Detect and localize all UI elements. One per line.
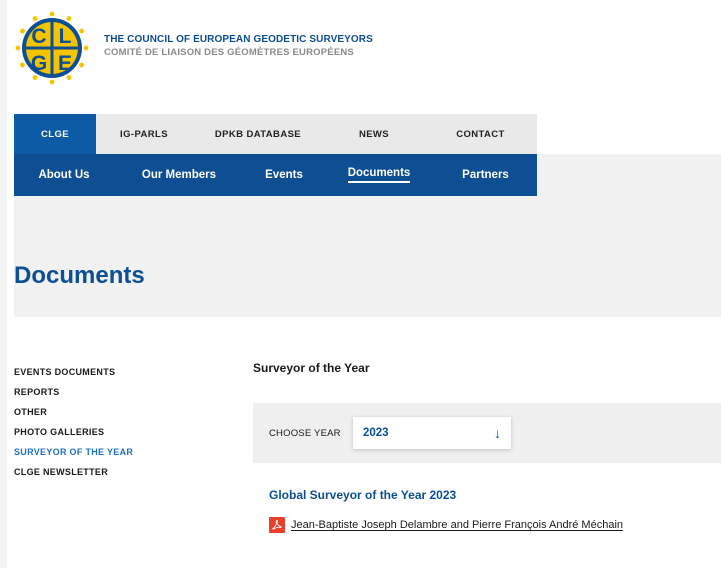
nav-tab-clge[interactable]: CLGE — [14, 114, 96, 154]
year-select[interactable]: 2023 ↓ — [353, 417, 511, 449]
arrow-down-icon: ↓ — [494, 425, 501, 441]
logo-letter-g: G — [31, 52, 47, 75]
left-edge — [0, 0, 7, 568]
subnav-documents-label: Documents — [347, 167, 411, 183]
subnav-our-members[interactable]: Our Members — [114, 154, 244, 196]
nav-tab-dpkb-database[interactable]: DPKB DATABASE — [192, 114, 324, 154]
logo-letter-c: C — [31, 25, 46, 48]
subnav-our-members-label: Our Members — [141, 169, 217, 181]
site-header: C L G E THE COUNCIL OF EUROPEAN GEODETIC… — [14, 10, 373, 90]
subnav-documents[interactable]: Documents — [324, 154, 434, 196]
sidebar-item-other[interactable]: OTHER — [14, 406, 214, 426]
pdf-icon — [269, 517, 285, 533]
subnav-about-us[interactable]: About Us — [14, 154, 114, 196]
subnav-about-us-label: About Us — [38, 169, 90, 181]
document-link[interactable]: Jean-Baptiste Joseph Delambre and Pierre… — [269, 517, 623, 533]
subnav-partners[interactable]: Partners — [434, 154, 537, 196]
nav-tab-ig-parls[interactable]: IG-PARLS — [96, 114, 192, 154]
page-title: Documents — [14, 262, 145, 289]
logo-letter-l: L — [59, 25, 72, 48]
sidebar-item-photo-galleries[interactable]: PHOTO GALLERIES — [14, 426, 214, 446]
choose-year-label: CHOOSE YEAR — [269, 428, 341, 439]
sidebar-item-surveyor-of-the-year[interactable]: SURVEYOR OF THE YEAR — [14, 446, 214, 466]
subnav-partners-label: Partners — [462, 169, 509, 181]
sub-nav: About Us Our Members Events Documents Pa… — [14, 154, 537, 196]
subnav-events[interactable]: Events — [244, 154, 324, 196]
org-name-en: THE COUNCIL OF EUROPEAN GEODETIC SURVEYO… — [104, 34, 373, 45]
sidebar-item-reports[interactable]: REPORTS — [14, 386, 214, 406]
year-filter-bar: CHOOSE YEAR 2023 ↓ — [253, 403, 721, 463]
org-name-fr: COMITÉ DE LIAISON DES GÉOMÈTRES EUROPÉEN… — [104, 47, 354, 58]
document-link-text[interactable]: Jean-Baptiste Joseph Delambre and Pierre… — [291, 519, 623, 531]
sidebar-item-events-documents[interactable]: EVENTS DOCUMENTS — [14, 366, 214, 386]
global-surveyor-title: Global Surveyor of the Year 2023 — [269, 488, 457, 502]
clge-logo-icon[interactable]: C L G E — [14, 10, 90, 86]
section-title: Surveyor of the Year — [253, 361, 370, 375]
nav-tab-news[interactable]: NEWS — [324, 114, 424, 154]
sidebar: EVENTS DOCUMENTS REPORTS OTHER PHOTO GAL… — [14, 366, 214, 486]
org-names: THE COUNCIL OF EUROPEAN GEODETIC SURVEYO… — [104, 34, 373, 58]
sidebar-item-clge-newsletter[interactable]: CLGE NEWSLETTER — [14, 466, 214, 486]
logo-letter-e: E — [58, 52, 72, 75]
top-nav: CLGE IG-PARLS DPKB DATABASE NEWS CONTACT — [14, 114, 537, 154]
year-select-value: 2023 — [363, 427, 389, 439]
subnav-events-label: Events — [265, 169, 303, 181]
nav-tab-contact[interactable]: CONTACT — [424, 114, 537, 154]
